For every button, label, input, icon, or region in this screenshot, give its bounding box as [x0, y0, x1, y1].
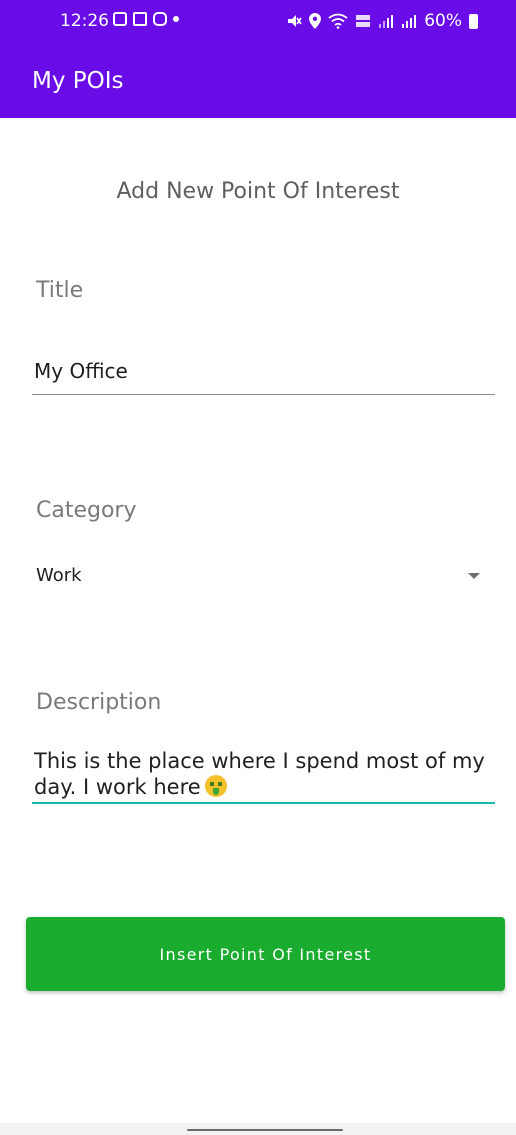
status-bar: 12:26 60%: [0, 0, 516, 42]
status-right: 60%: [286, 10, 478, 32]
dropdown-arrow-icon: [468, 573, 480, 579]
dot-icon: [173, 16, 179, 22]
category-label: Category: [36, 498, 137, 523]
signal-icon: [402, 15, 417, 28]
mute-icon: [288, 15, 302, 27]
category-dropdown[interactable]: Work: [32, 560, 495, 594]
home-handle[interactable]: [187, 1129, 343, 1131]
description-label: Description: [36, 690, 162, 715]
category-selected-value: Work: [36, 565, 82, 586]
app-title: My POIs: [32, 68, 124, 94]
status-left-icons: [113, 12, 179, 26]
description-input[interactable]: This is the place where I spend most of …: [32, 748, 495, 804]
battery-percent: 60%: [424, 11, 462, 31]
title-label: Title: [36, 278, 84, 303]
wifi-icon: [328, 13, 348, 29]
insert-poi-button[interactable]: Insert Point Of Interest: [26, 917, 505, 991]
title-input[interactable]: [32, 348, 495, 395]
teams-icon: [133, 12, 147, 26]
app-bar: My POIs: [0, 42, 516, 118]
volte-icon: [356, 15, 371, 27]
description-text: This is the place where I spend most of …: [34, 749, 485, 799]
page-heading: Add New Point Of Interest: [116, 179, 400, 204]
screen: 12:26 60% My POIs Add New Point Of Inter…: [0, 0, 516, 1135]
money-mouth-face-icon: [204, 775, 227, 797]
signal-icon: [379, 15, 394, 28]
gallery-icon: [113, 12, 127, 26]
status-time: 12:26: [60, 11, 109, 31]
instagram-icon: [153, 12, 167, 26]
battery-icon: [469, 13, 478, 29]
location-icon: [309, 13, 322, 29]
